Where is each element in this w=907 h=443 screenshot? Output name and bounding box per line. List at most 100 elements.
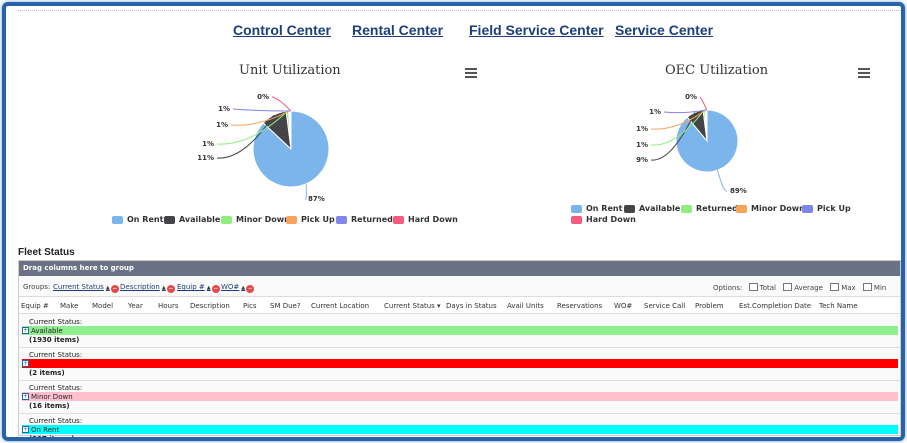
data-label: 89% (730, 187, 747, 195)
checkbox[interactable] (783, 283, 793, 291)
column-header[interactable]: WO# (614, 302, 632, 310)
column-header-row: Equip # Make Model Year Hours Description Pics… (19, 296, 900, 314)
groups-bar: Groups: Current Status ▲ − Description ▲ − E… (19, 276, 900, 296)
group-token-label: WO# (221, 283, 240, 291)
legend-item-minor-down[interactable]: Minor Down (221, 215, 290, 224)
data-label: 1% (636, 141, 648, 149)
remove-icon[interactable]: − (166, 285, 175, 293)
legend-label: Available (179, 215, 221, 224)
legend-item-on-rent[interactable]: On Rent (112, 215, 163, 224)
column-header[interactable]: Current Status ▾ (384, 302, 441, 310)
legend-item-pick-up[interactable]: Pick Up (286, 215, 335, 224)
status-bar[interactable]: + Available (22, 326, 898, 335)
legend-item-returned[interactable]: Returned (336, 215, 393, 224)
legend-item-available[interactable]: Available (164, 215, 220, 224)
row-divider (19, 347, 900, 348)
connector-line (699, 96, 708, 111)
option-min[interactable]: Min (862, 283, 886, 292)
column-header[interactable]: Days in Status (446, 302, 497, 310)
column-header[interactable]: Current Location (311, 302, 369, 310)
status-bar[interactable]: + Minor Down (22, 392, 898, 401)
legend-swatch (112, 215, 123, 224)
group-token-current-status[interactable]: Current Status ▲ − (53, 283, 119, 293)
status-group-row: Current Status: + Available (1930 items) (19, 315, 900, 349)
sort-asc-icon[interactable]: ▲ (106, 285, 110, 291)
column-header[interactable]: Problem (695, 302, 724, 310)
legend-label: Returned (696, 204, 738, 213)
expand-icon[interactable]: + (22, 327, 29, 334)
option-label: Average (794, 284, 823, 292)
legend-swatch (164, 215, 175, 224)
column-header[interactable]: Description (190, 302, 230, 310)
status-name: On Rent (31, 426, 60, 434)
legend-item-returned[interactable]: Returned (681, 204, 738, 213)
status-bar[interactable]: + Hard Down (22, 359, 898, 368)
legend-label: Hard Down (408, 215, 458, 224)
legend-swatch (571, 215, 582, 224)
checkbox[interactable] (830, 283, 840, 291)
column-header[interactable]: Est.Completion Date (739, 302, 811, 310)
column-header[interactable]: Avail Units (507, 302, 544, 310)
groups-label: Groups: (23, 283, 51, 291)
legend-item-hard-down[interactable]: Hard Down (393, 215, 458, 224)
column-header[interactable]: SM Due? (270, 302, 301, 310)
remove-icon[interactable]: − (246, 285, 255, 293)
status-name: Minor Down (31, 393, 73, 401)
legend-swatch (736, 204, 747, 213)
data-label: 1% (636, 125, 648, 133)
legend-label: On Rent (586, 204, 623, 213)
column-header[interactable]: Make (60, 302, 78, 310)
option-average[interactable]: Average (783, 283, 823, 292)
row-divider (19, 413, 900, 414)
row-divider (19, 380, 900, 381)
group-caption: Current Status: (29, 384, 83, 392)
option-total[interactable]: Total (748, 283, 776, 292)
sort-asc-icon[interactable]: ▲ (241, 285, 245, 291)
status-name: Available (31, 327, 63, 335)
option-max[interactable]: Max (830, 283, 856, 292)
legend-label: Minor Down (236, 215, 290, 224)
legend-swatch (802, 204, 813, 213)
column-header[interactable]: Year (128, 302, 143, 310)
remove-icon[interactable]: − (110, 285, 119, 293)
status-bar[interactable]: + On Rent (22, 425, 898, 434)
group-token-description[interactable]: Description ▲ − (120, 283, 175, 293)
group-drop-zone[interactable]: Drag columns here to group (19, 261, 900, 276)
legend-item-pick-up[interactable]: Pick Up (802, 204, 851, 213)
column-header[interactable]: Pics (243, 302, 257, 310)
expand-icon[interactable]: + (22, 360, 29, 367)
legend-item-minor-down[interactable]: Minor Down (736, 204, 805, 213)
expand-icon[interactable]: + (22, 426, 29, 433)
status-name: Hard Down (31, 360, 70, 368)
column-header[interactable]: Tech Name (819, 302, 858, 310)
legend-swatch (393, 215, 404, 224)
column-header[interactable]: Hours (158, 302, 179, 310)
remove-icon[interactable]: − (211, 285, 220, 293)
checkbox[interactable] (748, 283, 758, 291)
sort-asc-icon[interactable]: ▲ (162, 285, 166, 291)
group-token-label: Equip # (177, 283, 205, 291)
legend-item-on-rent[interactable]: On Rent (571, 204, 622, 213)
group-caption: Current Status: (29, 417, 83, 425)
legend-item-available[interactable]: Available (624, 204, 680, 213)
option-label: Total (759, 284, 776, 292)
column-header[interactable]: Equip # (21, 302, 49, 310)
group-caption: Current Status: (29, 351, 83, 359)
legend-item-hard-down[interactable]: Hard Down (571, 215, 636, 224)
item-count: (1930 items) (29, 336, 80, 344)
group-caption: Current Status: (29, 318, 83, 326)
legend-swatch (286, 215, 297, 224)
checkbox[interactable] (862, 283, 872, 291)
column-header[interactable]: Service Call (644, 302, 685, 310)
expand-icon[interactable]: + (22, 393, 29, 400)
sort-asc-icon[interactable]: ▲ (207, 285, 211, 291)
oec-utilization-pie: 89% 9% 1% 1% 1% 0% (636, 93, 747, 195)
column-header[interactable]: Model (92, 302, 113, 310)
legend-label: On Rent (127, 215, 164, 224)
group-token-wo[interactable]: WO# ▲ − (221, 283, 255, 293)
fleet-status-grid: Drag columns here to group Groups: Curre… (18, 260, 901, 437)
column-header[interactable]: Reservations (557, 302, 602, 310)
group-token-equip[interactable]: Equip # ▲ − (177, 283, 220, 293)
legend-label: Pick Up (301, 215, 335, 224)
options-bar: Options: Total Average Max Min (713, 283, 886, 292)
